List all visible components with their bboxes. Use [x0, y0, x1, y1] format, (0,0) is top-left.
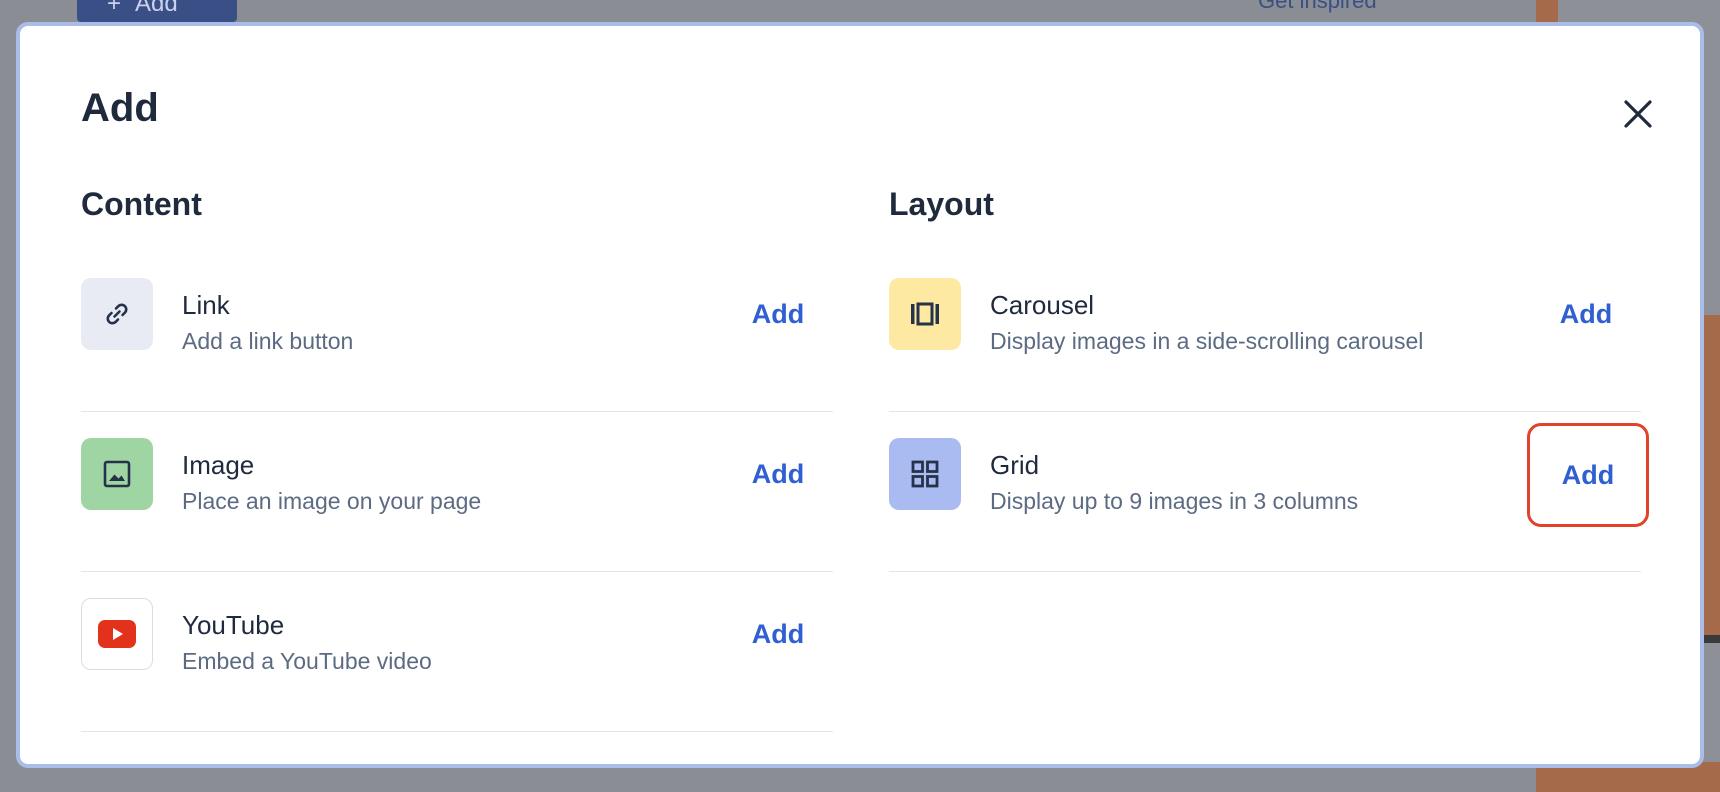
close-icon — [1624, 100, 1652, 128]
carousel-icon — [889, 278, 961, 350]
add-image-button[interactable]: Add — [723, 437, 833, 511]
background-get-inspired-link: Get inspired — [1258, 0, 1377, 13]
content-section-title: Content — [81, 186, 202, 222]
content-item-image: Image Place an image on your page Add — [81, 412, 833, 572]
content-item-link: Link Add a link button Add — [81, 252, 833, 412]
item-description: Place an image on your page — [182, 488, 482, 514]
item-description: Display images in a side-scrolling carou… — [990, 328, 1424, 354]
add-modal: Add Content Link Add a link button Add I… — [16, 22, 1704, 768]
item-description: Display up to 9 images in 3 columns — [990, 488, 1359, 514]
item-name: YouTube — [182, 610, 285, 640]
add-carousel-button[interactable]: Add — [1531, 277, 1641, 351]
background-add-label: Add — [135, 0, 178, 17]
content-item-youtube: YouTube Embed a YouTube video Add — [81, 572, 833, 732]
content-section: Content Link Add a link button Add Image… — [81, 184, 833, 732]
plus-icon: + — [107, 0, 122, 17]
layout-section: Layout Carousel Display images in a side… — [889, 184, 1649, 572]
link-icon — [81, 278, 153, 350]
close-button[interactable] — [1616, 92, 1660, 136]
item-name: Image — [182, 450, 255, 480]
image-icon — [81, 438, 153, 510]
layout-item-grid: Grid Display up to 9 images in 3 columns… — [889, 412, 1649, 572]
add-youtube-button[interactable]: Add — [723, 597, 833, 671]
item-name: Grid — [990, 450, 1040, 480]
add-grid-button[interactable]: Add — [1527, 423, 1649, 527]
item-name: Link — [182, 290, 230, 320]
background-add-button: + Add — [77, 0, 237, 22]
layout-section-title: Layout — [889, 186, 994, 222]
modal-title: Add — [81, 86, 159, 130]
item-name: Carousel — [990, 290, 1095, 320]
add-link-button[interactable]: Add — [723, 277, 833, 351]
layout-item-carousel: Carousel Display images in a side-scroll… — [889, 252, 1641, 412]
grid-icon — [889, 438, 961, 510]
youtube-icon — [81, 598, 153, 670]
item-description: Embed a YouTube video — [182, 648, 432, 674]
item-description: Add a link button — [182, 328, 354, 354]
